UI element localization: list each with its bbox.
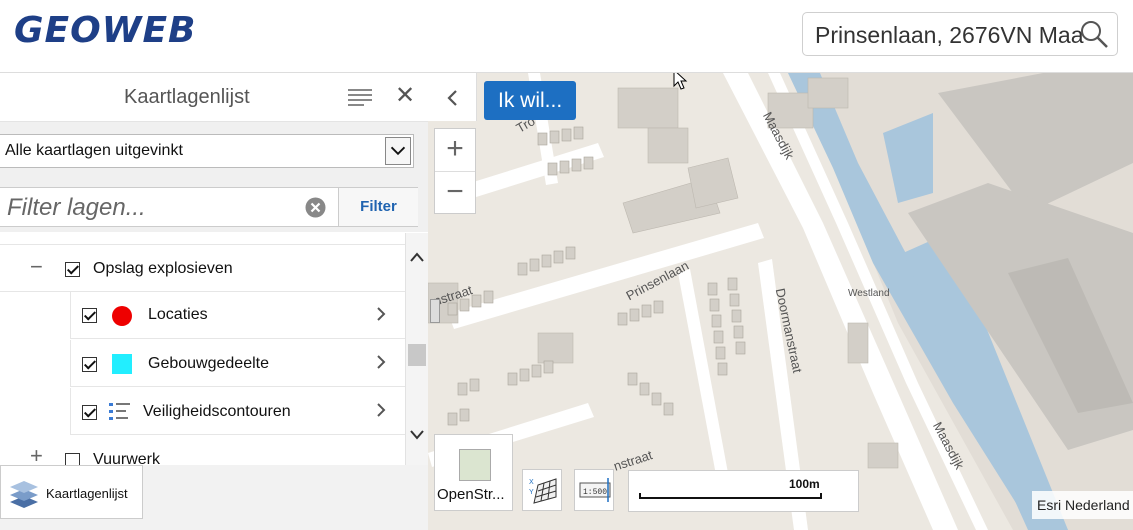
panel-resize-handle[interactable] [430, 299, 440, 323]
clear-icon[interactable] [305, 197, 326, 218]
address-search[interactable] [802, 12, 1118, 56]
filter-input[interactable] [5, 192, 299, 224]
layer-label: Veiligheidscontouren [143, 403, 291, 420]
collapse-icon[interactable]: − [30, 254, 43, 280]
grid-map-icon: X Y [529, 478, 557, 504]
filter-button[interactable]: Filter [338, 188, 418, 226]
app-header: GEOWEB [0, 0, 1133, 73]
scale-label: 100m [789, 477, 820, 491]
chevron-right-icon[interactable] [375, 354, 387, 370]
tab-kaartlagenlijst[interactable]: Kaartlagenlijst [0, 465, 143, 519]
scale-ratio-icon: 1:500 [579, 478, 611, 502]
svg-text:Y: Y [529, 489, 534, 496]
layer-list-panel: Kaartlagenlijst ✕ Alle kaartlagen uitgev… [0, 73, 429, 465]
layer-group-vuurwerk[interactable]: + Vuurwerk [0, 436, 405, 465]
map-view[interactable]: Prinsenlaan Doormanstraat Maasdijk Maasd… [428, 73, 1133, 530]
svg-text:X: X [529, 479, 534, 486]
panel-toolbar: Alle kaartlagen uitgevinkt Filter [0, 122, 428, 232]
panel-title: Kaartlagenlijst [124, 86, 250, 108]
tab-label: Kaartlagenlijst [46, 486, 128, 501]
mouse-cursor-icon [673, 73, 688, 90]
geoweb-logo: GEOWEB [14, 10, 197, 51]
red-circle-icon [112, 306, 132, 326]
zoom-out-button[interactable]: − [435, 172, 475, 214]
chevron-down-icon[interactable] [385, 137, 411, 165]
layer-checkbox[interactable] [65, 453, 80, 465]
coordinate-grid-button[interactable]: X Y [522, 469, 562, 511]
legend-list-icon [109, 403, 130, 420]
layer-list-scrollbar[interactable] [405, 233, 428, 465]
close-icon[interactable]: ✕ [395, 84, 415, 108]
scroll-up-icon[interactable] [409, 251, 425, 263]
bottom-tab-bar: Kaartlagenlijst [0, 465, 428, 530]
layers-icon [10, 481, 38, 508]
cyan-square-icon [112, 354, 132, 374]
search-input[interactable] [813, 19, 1087, 51]
layer-checkbox[interactable] [82, 357, 97, 372]
menu-lines-icon[interactable] [348, 88, 372, 106]
layer-item-gebouwgedeelte[interactable]: Gebouwgedeelte [70, 340, 405, 387]
scale-bar: 100m [628, 470, 859, 512]
chevron-right-icon[interactable] [375, 306, 387, 322]
collapse-panel-button[interactable] [428, 73, 477, 121]
layer-item-veiligheidscontouren[interactable]: Veiligheidscontouren [70, 388, 405, 435]
layer-label: Locaties [148, 306, 208, 323]
layer-checkbox[interactable] [82, 405, 97, 420]
map-attribution: Esri Nederland [1032, 491, 1133, 519]
chevron-left-icon [447, 90, 457, 106]
scale-input-button[interactable]: 1:500 [574, 469, 614, 511]
layer-label: Vuurwerk [93, 451, 160, 465]
search-icon[interactable] [1079, 19, 1109, 49]
basemap-thumbnail [459, 449, 491, 481]
panel-header: Kaartlagenlijst ✕ [0, 73, 428, 122]
ik-wil-button[interactable]: Ik wil... [484, 81, 577, 120]
layer-item-locaties[interactable]: Locaties [70, 292, 405, 339]
expand-icon[interactable]: + [30, 443, 43, 465]
layer-checkbox[interactable] [82, 308, 97, 323]
scroll-thumb[interactable] [408, 344, 426, 366]
layer-list: − Opslag explosieven Locaties Gebouwgede… [0, 233, 405, 465]
svg-text:1:500: 1:500 [583, 488, 607, 497]
layer-label: Opslag explosieven [93, 260, 233, 277]
scale-bar-line [639, 493, 822, 499]
layer-label: Gebouwgedeelte [148, 355, 269, 372]
zoom-in-button[interactable]: + [435, 129, 475, 172]
select-value: Alle kaartlagen uitgevinkt [5, 142, 183, 159]
basemap-label: OpenStr... [437, 486, 505, 503]
chevron-right-icon[interactable] [375, 402, 387, 418]
basemap-switcher[interactable]: OpenStr... [434, 434, 513, 511]
layer-group-opslag[interactable]: − Opslag explosieven [0, 245, 405, 292]
map-place-label: Westland [848, 288, 890, 299]
list-item-partial [0, 233, 405, 245]
filter-bar: Filter [0, 187, 418, 227]
scroll-down-icon[interactable] [409, 429, 425, 441]
layer-visibility-select[interactable]: Alle kaartlagen uitgevinkt [0, 134, 414, 168]
zoom-control: + − [434, 128, 476, 214]
layer-checkbox[interactable] [65, 262, 80, 277]
